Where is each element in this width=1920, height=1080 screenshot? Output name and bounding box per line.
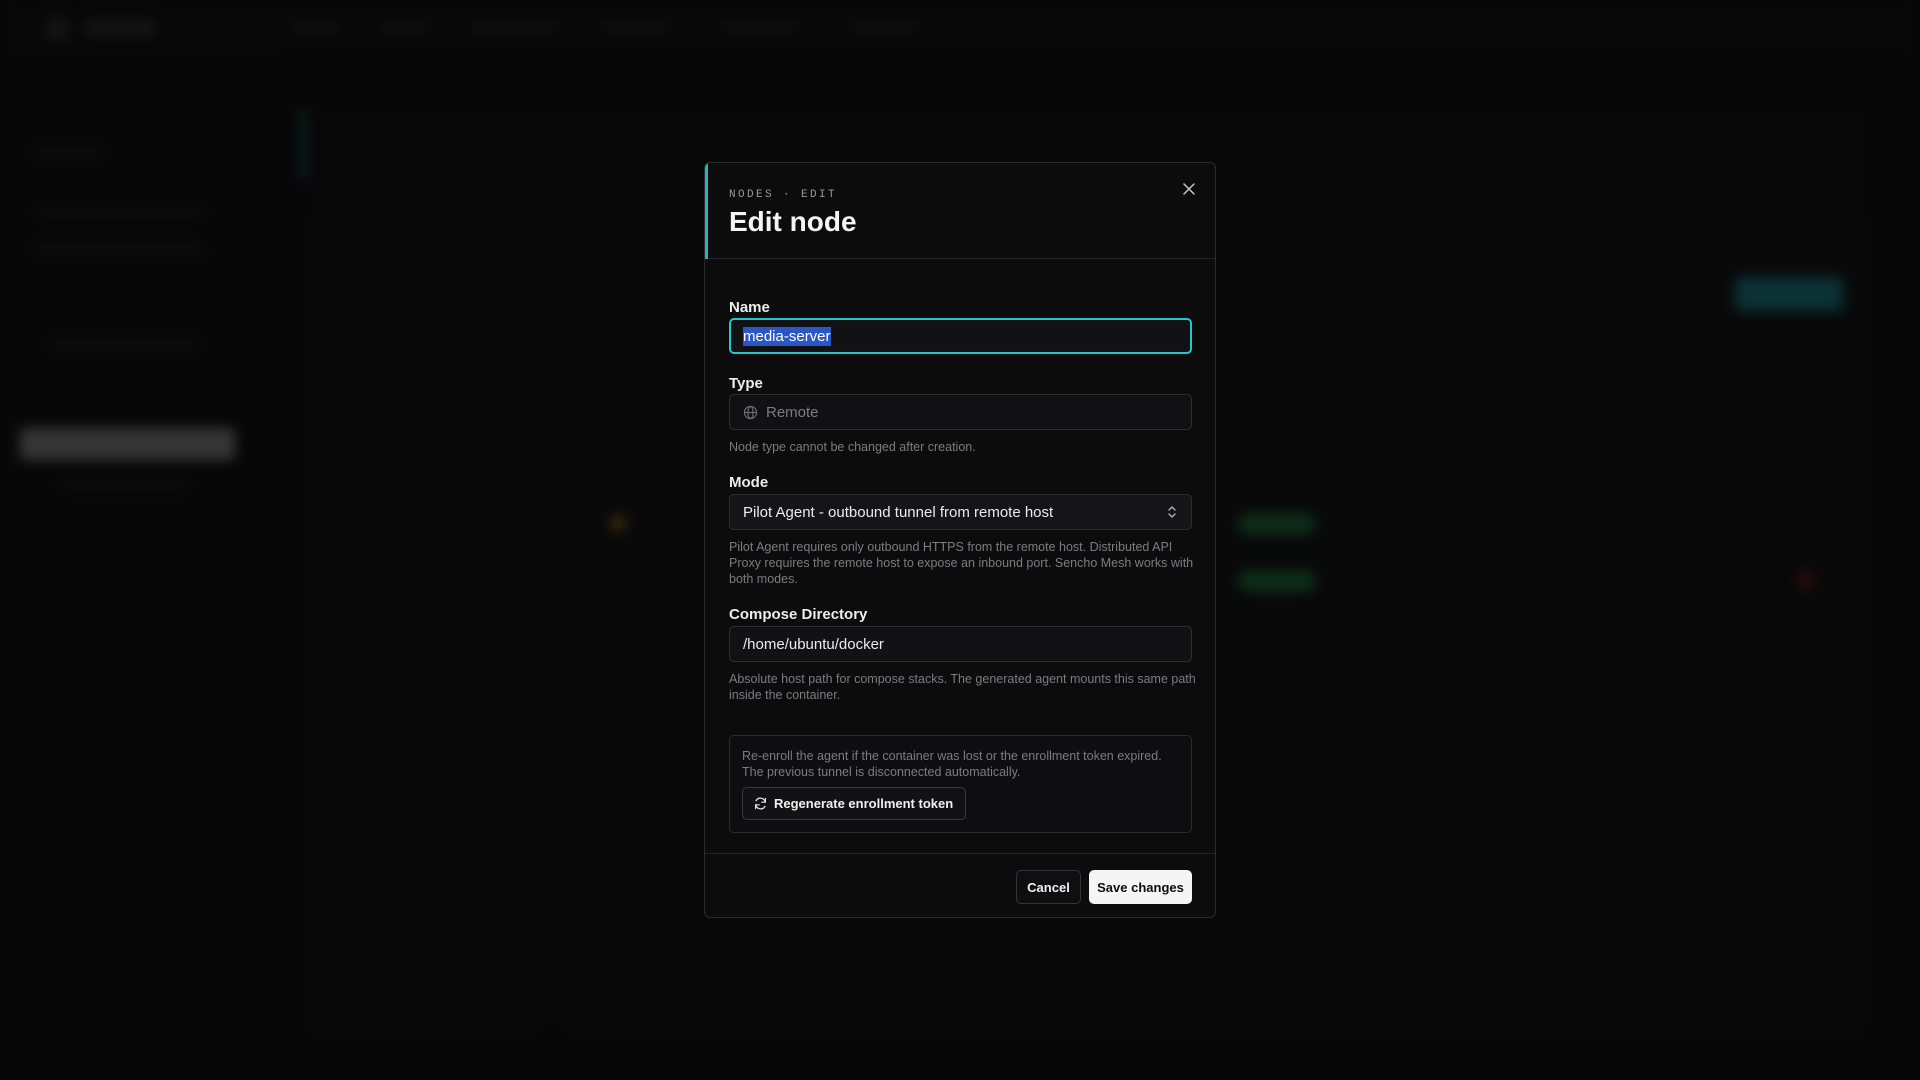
type-value: Remote xyxy=(766,403,819,421)
regenerate-description: Re-enroll the agent if the container was… xyxy=(742,749,1162,779)
name-input-value: media-server xyxy=(743,326,831,346)
refresh-icon xyxy=(753,796,768,811)
compose-directory-value: /home/ubuntu/docker xyxy=(743,635,884,653)
globe-icon xyxy=(743,405,758,420)
regenerate-token-button[interactable]: Regenerate enrollment token xyxy=(742,787,967,820)
type-label: Type xyxy=(729,375,763,392)
name-label: Name xyxy=(729,299,770,316)
close-icon xyxy=(1183,182,1195,200)
header-accent-bar xyxy=(705,163,708,259)
name-input[interactable]: media-server xyxy=(729,318,1192,354)
dialog-header: NODES · EDIT Edit node xyxy=(705,163,1215,259)
cancel-button[interactable]: Cancel xyxy=(1016,870,1081,904)
close-button[interactable] xyxy=(1177,179,1201,203)
mode-help-text: Pilot Agent requires only outbound HTTPS… xyxy=(729,540,1194,586)
compose-directory-input[interactable]: /home/ubuntu/docker xyxy=(729,626,1192,662)
regenerate-token-label: Regenerate enrollment token xyxy=(774,796,954,811)
edit-node-dialog: NODES · EDIT Edit node Name media-server… xyxy=(704,162,1216,918)
dialog-eyebrow: NODES · EDIT xyxy=(729,189,838,201)
compose-directory-label: Compose Directory xyxy=(729,606,868,623)
compose-directory-help-text: Absolute host path for compose stacks. T… xyxy=(729,672,1196,702)
regenerate-token-panel: Re-enroll the agent if the container was… xyxy=(729,735,1192,833)
type-field: Remote xyxy=(729,394,1192,430)
mode-label: Mode xyxy=(729,474,769,491)
save-changes-button[interactable]: Save changes xyxy=(1089,870,1192,904)
chevron-up-down-icon xyxy=(1166,504,1178,520)
type-help-text: Node type cannot be changed after creati… xyxy=(729,440,976,454)
dialog-footer: Cancel Save changes xyxy=(705,853,1215,917)
mode-value: Pilot Agent - outbound tunnel from remot… xyxy=(743,503,1054,521)
mode-select[interactable]: Pilot Agent - outbound tunnel from remot… xyxy=(729,494,1192,530)
dialog-title: Edit node xyxy=(729,206,857,237)
